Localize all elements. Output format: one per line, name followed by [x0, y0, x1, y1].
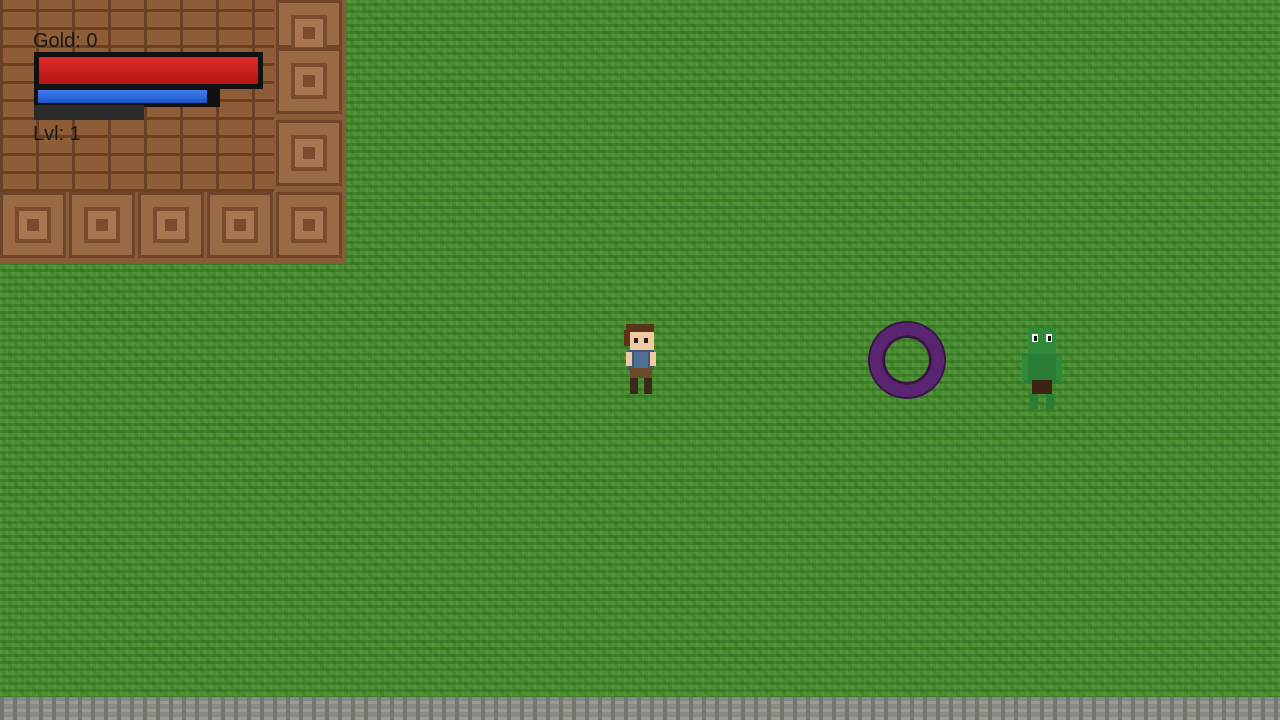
floor-tile: [207, 192, 273, 258]
orc-enemy[interactable]: [1020, 326, 1064, 414]
experience-bar: [34, 105, 144, 120]
stone-path: [0, 697, 1280, 720]
player-character[interactable]: [620, 322, 660, 398]
mana-bar-fill: [38, 90, 208, 103]
gold-counter: Gold: 0: [33, 30, 98, 52]
portal-ring[interactable]: [870, 323, 944, 397]
floor-tile: [138, 192, 204, 258]
mana-bar: [34, 86, 220, 107]
floor-tile: [276, 0, 342, 51]
level-indicator: Lvl: 1: [33, 123, 81, 145]
health-bar: [34, 52, 263, 89]
health-bar-fill: [39, 57, 258, 84]
floor-tile: [276, 192, 342, 258]
floor-tile: [276, 120, 342, 186]
floor-tile: [276, 48, 342, 114]
game-canvas[interactable]: [0, 0, 1280, 720]
floor-tile: [69, 192, 135, 258]
floor-tile: [0, 192, 66, 258]
